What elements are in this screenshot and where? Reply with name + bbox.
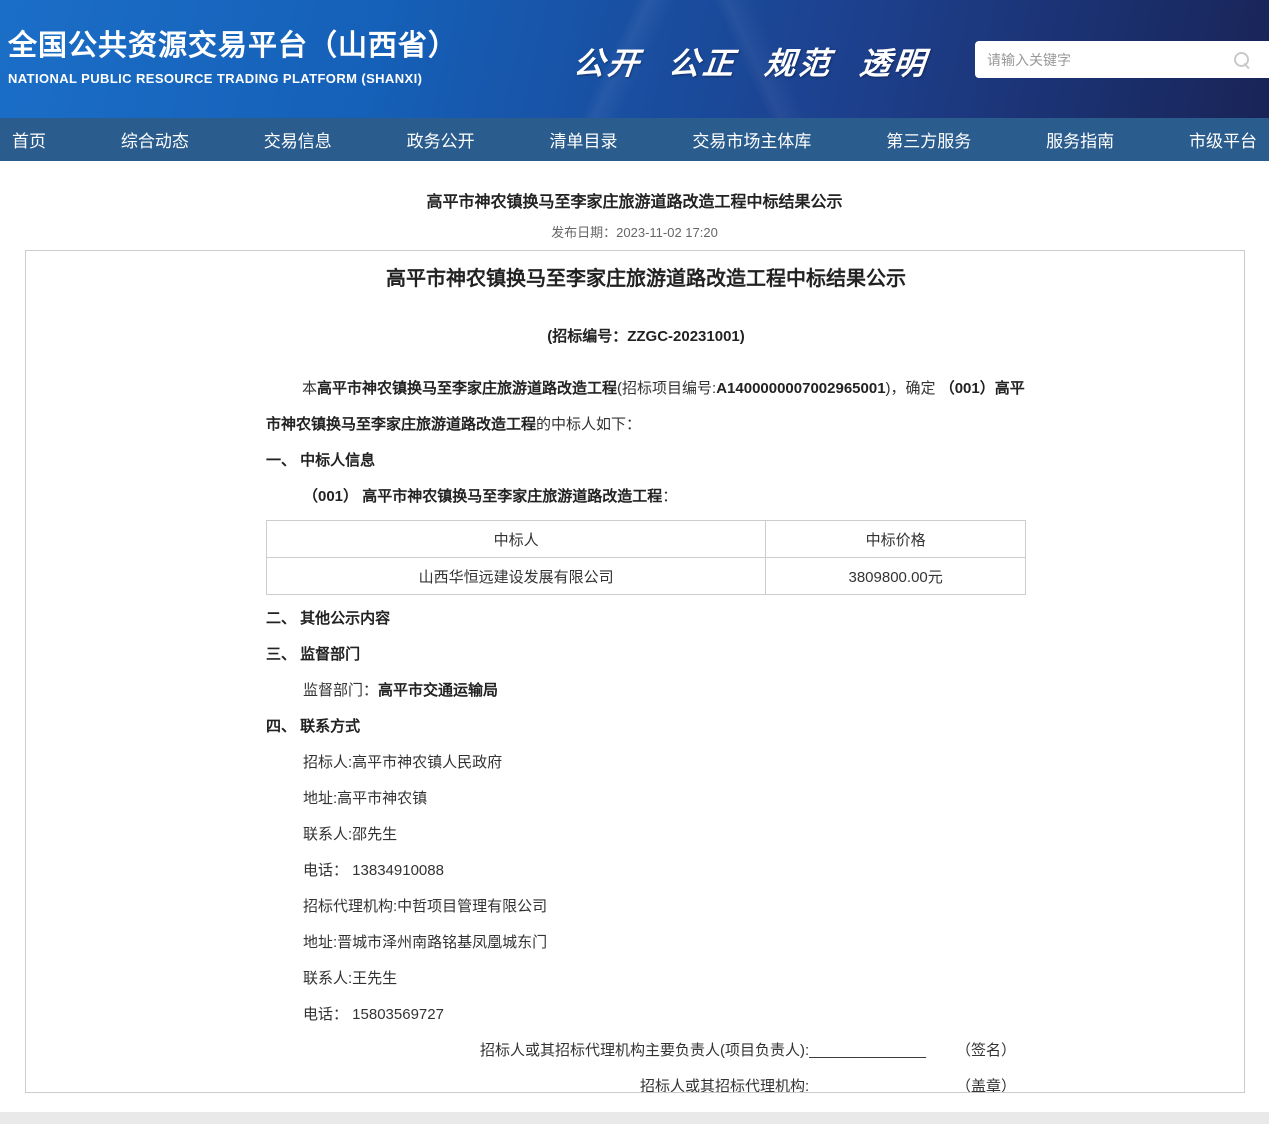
contact-line-phone1: 电话： 13834910088 <box>266 853 1026 889</box>
article-title: 高平市神农镇换马至李家庄旅游道路改造工程中标结果公示 <box>266 266 1026 292</box>
bid-result-table: 中标人 中标价格 山西华恒远建设发展有限公司 3809800.00元 <box>266 520 1026 595</box>
site-logo[interactable]: 全国公共资源交易平台（山西省） NATIONAL PUBLIC RESOURCE… <box>8 22 458 86</box>
intro-paragraph: 本高平市神农镇换马至李家庄旅游道路改造工程(招标项目编号:A1400000007… <box>266 371 1026 443</box>
nav-item-news[interactable]: 综合动态 <box>121 127 189 152</box>
page-title: 高平市神农镇换马至李家庄旅游道路改造工程中标结果公示 <box>0 188 1269 212</box>
signature-line-signer: 招标人或其招标代理机构主要负责人(项目负责人):______________（签… <box>266 1033 1026 1069</box>
contact-line-person2: 联系人:王先生 <box>266 961 1026 997</box>
table-header-winner: 中标人 <box>267 521 766 558</box>
contact-line-agency: 招标代理机构:中哲项目管理有限公司 <box>266 889 1026 925</box>
bid-number: (招标编号：ZZGC-20231001) <box>266 319 1026 355</box>
search-box <box>975 41 1269 78</box>
table-header-row: 中标人 中标价格 <box>267 521 1026 558</box>
slogan-word: 透明 <box>858 38 931 83</box>
main-nav: 首页 综合动态 交易信息 政务公开 清单目录 交易市场主体库 第三方服务 服务指… <box>0 118 1269 161</box>
nav-item-list-catalog[interactable]: 清单目录 <box>550 127 618 152</box>
slogan-word: 公正 <box>667 38 740 83</box>
section3-heading: 三、 监督部门 <box>266 637 1026 673</box>
site-logo-subtitle: NATIONAL PUBLIC RESOURCE TRADING PLATFOR… <box>8 71 458 86</box>
site-header: 全国公共资源交易平台（山西省） NATIONAL PUBLIC RESOURCE… <box>0 0 1269 118</box>
footer-strip <box>0 1112 1269 1124</box>
nav-item-city-platform[interactable]: 市级平台 <box>1189 127 1257 152</box>
nav-item-third-party[interactable]: 第三方服务 <box>886 127 971 152</box>
contact-line-tenderer: 招标人:高平市神农镇人民政府 <box>266 745 1026 781</box>
table-row: 山西华恒远建设发展有限公司 3809800.00元 <box>267 558 1026 595</box>
search-icon[interactable] <box>1234 52 1249 67</box>
publish-date: 发布日期：2023-11-02 17:20 <box>0 222 1269 241</box>
slogan-word: 规范 <box>763 38 836 83</box>
signature-line-seal: 招标人或其招标代理机构:______________（盖章） <box>266 1069 1026 1093</box>
contact-line-address1: 地址:高平市神农镇 <box>266 781 1026 817</box>
nav-item-service-guide[interactable]: 服务指南 <box>1046 127 1114 152</box>
article-box: 高平市神农镇换马至李家庄旅游道路改造工程中标结果公示 (招标编号：ZZGC-20… <box>25 250 1245 1093</box>
header-slogan: 公开 公正 规范 透明 <box>574 38 951 83</box>
section4-heading: 四、 联系方式 <box>266 709 1026 745</box>
nav-item-market-entities[interactable]: 交易市场主体库 <box>692 127 811 152</box>
nav-item-trade-info[interactable]: 交易信息 <box>264 127 332 152</box>
publish-date-value: 2023-11-02 17:20 <box>616 225 718 240</box>
section1-heading: 一、 中标人信息 <box>266 443 1026 479</box>
nav-item-home[interactable]: 首页 <box>12 127 46 152</box>
contact-line-phone2: 电话： 15803569727 <box>266 997 1026 1033</box>
contact-line-person1: 联系人:邵先生 <box>266 817 1026 853</box>
site-logo-title: 全国公共资源交易平台（山西省） <box>8 22 458 64</box>
section1-subtitle: （001） 高平市神农镇换马至李家庄旅游道路改造工程： <box>266 479 1026 515</box>
article-content: 高平市神农镇换马至李家庄旅游道路改造工程中标结果公示 (招标编号：ZZGC-20… <box>266 266 1026 1093</box>
search-input[interactable] <box>987 52 1234 68</box>
winner-price: 3809800.00元 <box>766 558 1026 595</box>
slogan-word: 公开 <box>572 38 645 83</box>
supervisor-line: 监督部门：高平市交通运输局 <box>266 673 1026 709</box>
winner-name: 山西华恒远建设发展有限公司 <box>267 558 766 595</box>
section2-heading: 二、 其他公示内容 <box>266 601 1026 637</box>
contact-line-address2: 地址:晋城市泽州南路铭基凤凰城东门 <box>266 925 1026 961</box>
publish-date-label: 发布日期： <box>551 225 616 240</box>
table-header-price: 中标价格 <box>766 521 1026 558</box>
nav-item-gov-disclosure[interactable]: 政务公开 <box>407 127 475 152</box>
